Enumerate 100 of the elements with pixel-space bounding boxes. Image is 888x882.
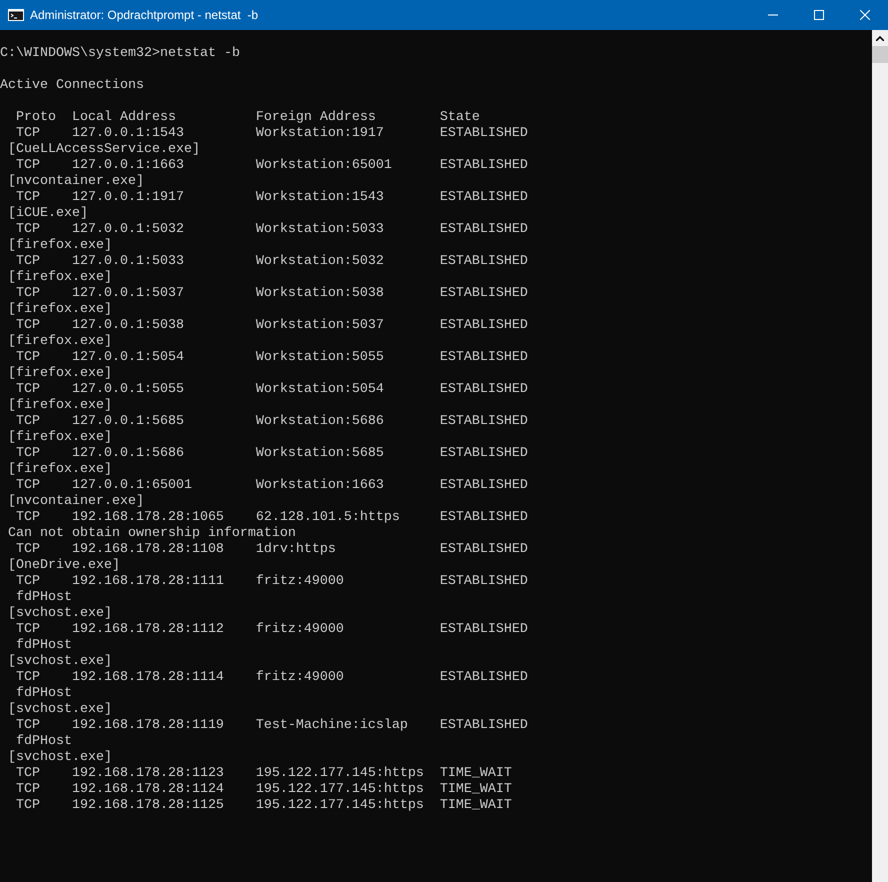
component-name: fdPHost bbox=[16, 638, 72, 654]
protocol-text: TCP bbox=[16, 286, 41, 302]
local-address: 127.0.0.1:5054 bbox=[72, 350, 185, 366]
close-icon bbox=[860, 10, 870, 20]
foreign-address: 195.122.177.145:https bbox=[256, 766, 425, 782]
protocol-text: TCP bbox=[16, 510, 41, 526]
foreign-address: Workstation:65001 bbox=[256, 158, 393, 174]
local-address: 192.168.178.28:1065 bbox=[72, 510, 225, 526]
local-address: 127.0.0.1:5038 bbox=[72, 318, 185, 334]
process-name: [firefox.exe] bbox=[8, 430, 112, 446]
protocol-text: TCP bbox=[16, 574, 41, 590]
process-name: [nvcontainer.exe] bbox=[8, 494, 144, 510]
local-address: 127.0.0.1:5685 bbox=[72, 414, 185, 430]
foreign-address: Workstation:1917 bbox=[256, 126, 385, 142]
state-text: ESTABLISHED bbox=[440, 190, 528, 206]
state-text: ESTABLISHED bbox=[440, 510, 528, 526]
window-title: Administrator: Opdrachtprompt - netstat -b bbox=[30, 7, 260, 24]
terminal-icon bbox=[8, 9, 24, 21]
protocol-text: TCP bbox=[16, 158, 41, 174]
protocol-text: TCP bbox=[16, 126, 41, 142]
local-address: 192.168.178.28:1123 bbox=[72, 766, 225, 782]
protocol-text: TCP bbox=[16, 670, 41, 686]
foreign-address: fritz:49000 bbox=[256, 622, 345, 638]
state-text: ESTABLISHED bbox=[440, 446, 528, 462]
state-text: ESTABLISHED bbox=[440, 382, 528, 398]
scroll-thumb[interactable] bbox=[872, 46, 888, 63]
component-name: fdPHost bbox=[16, 734, 72, 750]
protocol-text: TCP bbox=[16, 222, 41, 238]
column-header: Proto bbox=[16, 110, 57, 126]
process-name: [firefox.exe] bbox=[8, 238, 112, 254]
local-address: 127.0.0.1:5686 bbox=[72, 446, 185, 462]
state-text: ESTABLISHED bbox=[440, 222, 528, 238]
state-text: ESTABLISHED bbox=[440, 254, 528, 270]
local-address: 192.168.178.28:1111 bbox=[72, 574, 225, 590]
state-text: ESTABLISHED bbox=[440, 542, 528, 558]
component-name: fdPHost bbox=[16, 686, 72, 702]
state-text: ESTABLISHED bbox=[440, 318, 528, 334]
process-name: [firefox.exe] bbox=[8, 398, 112, 414]
process-name: [firefox.exe] bbox=[8, 302, 112, 318]
state-text: ESTABLISHED bbox=[440, 126, 528, 142]
foreign-address: Test-Machine:icslap bbox=[256, 718, 409, 734]
section-heading: Active Connections bbox=[0, 78, 144, 94]
process-name: [firefox.exe] bbox=[8, 270, 112, 286]
protocol-text: TCP bbox=[16, 478, 41, 494]
foreign-address: 62.128.101.5:https bbox=[256, 510, 401, 526]
state-text: ESTABLISHED bbox=[440, 622, 528, 638]
foreign-address: Workstation:5032 bbox=[256, 254, 385, 270]
protocol-text: TCP bbox=[16, 622, 41, 638]
state-text: TIME_WAIT bbox=[440, 798, 512, 814]
column-header: State bbox=[440, 110, 480, 126]
protocol-text: TCP bbox=[16, 414, 41, 430]
foreign-address: Workstation:1663 bbox=[256, 478, 385, 494]
local-address: 192.168.178.28:1125 bbox=[72, 798, 225, 814]
process-name: [CueLLAccessService.exe] bbox=[8, 142, 200, 158]
foreign-address: 1drv:https bbox=[256, 542, 337, 558]
protocol-text: TCP bbox=[16, 542, 41, 558]
foreign-address: Workstation:1543 bbox=[256, 190, 385, 206]
local-address: 127.0.0.1:65001 bbox=[72, 478, 193, 494]
scroll-up-icon[interactable] bbox=[876, 36, 884, 40]
foreign-address: fritz:49000 bbox=[256, 670, 345, 686]
state-text: ESTABLISHED bbox=[440, 718, 528, 734]
protocol-text: TCP bbox=[16, 382, 41, 398]
component-name: fdPHost bbox=[16, 590, 72, 606]
state-text: ESTABLISHED bbox=[440, 286, 528, 302]
local-address: 127.0.0.1:5037 bbox=[72, 286, 185, 302]
local-address: 127.0.0.1:1663 bbox=[72, 158, 185, 174]
local-address: 192.168.178.28:1114 bbox=[72, 670, 225, 686]
foreign-address: Workstation:5038 bbox=[256, 286, 385, 302]
local-address: 192.168.178.28:1108 bbox=[72, 542, 225, 558]
protocol-text: TCP bbox=[16, 446, 41, 462]
local-address: 192.168.178.28:1124 bbox=[72, 782, 225, 798]
state-text: ESTABLISHED bbox=[440, 670, 528, 686]
foreign-address: 195.122.177.145:https bbox=[256, 782, 425, 798]
state-text: TIME_WAIT bbox=[440, 782, 512, 798]
local-address: 127.0.0.1:5055 bbox=[72, 382, 185, 398]
foreign-address: Workstation:5033 bbox=[256, 222, 385, 238]
local-address: 192.168.178.28:1119 bbox=[72, 718, 225, 734]
process-name: [firefox.exe] bbox=[8, 462, 112, 478]
local-address: 127.0.0.1:1917 bbox=[72, 190, 185, 206]
foreign-address: Workstation:5685 bbox=[256, 446, 385, 462]
process-name: [nvcontainer.exe] bbox=[8, 174, 144, 190]
process-name: [svchost.exe] bbox=[8, 702, 112, 718]
process-name: [iCUE.exe] bbox=[8, 206, 88, 222]
state-text: TIME_WAIT bbox=[440, 766, 512, 782]
process-name: [OneDrive.exe] bbox=[8, 558, 120, 574]
foreign-address: Workstation:5037 bbox=[256, 318, 385, 334]
state-text: ESTABLISHED bbox=[440, 414, 528, 430]
column-header: Foreign Address bbox=[256, 110, 377, 126]
local-address: 127.0.0.1:1543 bbox=[72, 126, 185, 142]
state-text: ESTABLISHED bbox=[440, 478, 528, 494]
maximize-icon bbox=[814, 10, 824, 20]
process-name: [svchost.exe] bbox=[8, 750, 112, 766]
process-name: [svchost.exe] bbox=[8, 606, 112, 622]
process-name: [firefox.exe] bbox=[8, 334, 112, 350]
foreign-address: Workstation:5054 bbox=[256, 382, 385, 398]
foreign-address: Workstation:5686 bbox=[256, 414, 385, 430]
scrollbar[interactable] bbox=[872, 30, 888, 882]
foreign-address: Workstation:5055 bbox=[256, 350, 385, 366]
column-header: Local Address bbox=[72, 110, 177, 126]
message-text: Can not obtain ownership information bbox=[8, 526, 296, 542]
